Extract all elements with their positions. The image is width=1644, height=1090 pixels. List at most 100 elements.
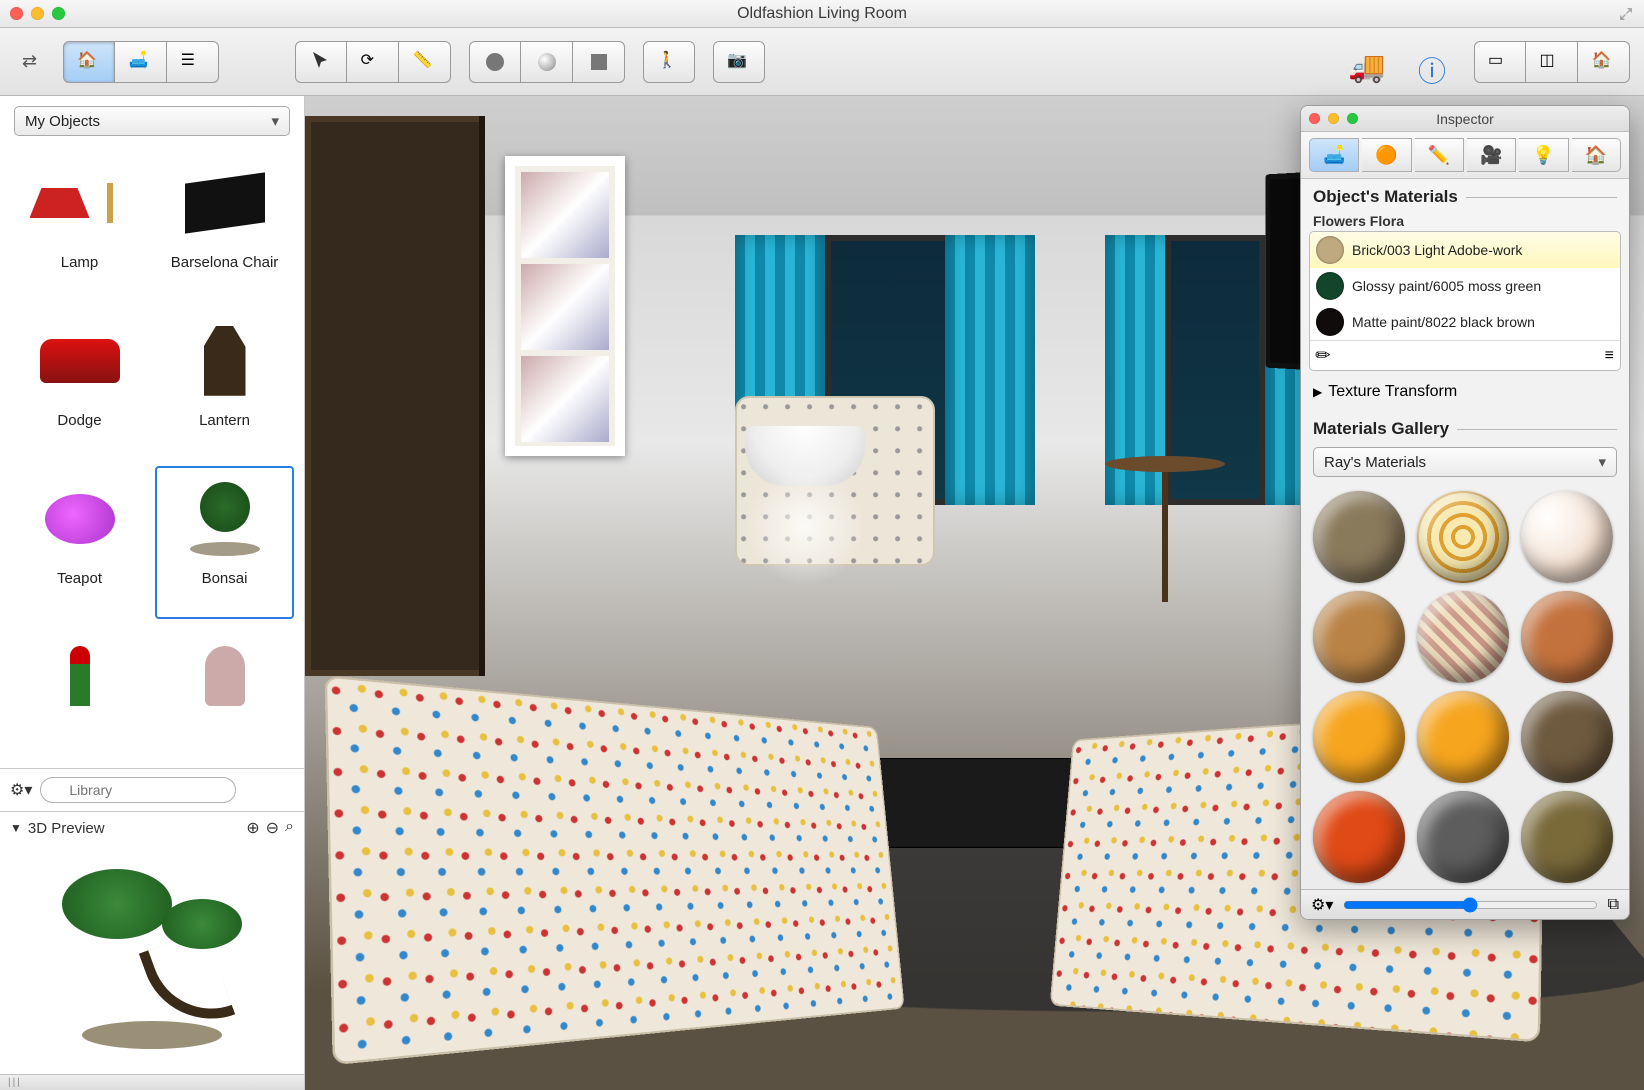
material-name: Brick/003 Light Adobe-work [1352,242,1522,258]
material-row[interactable]: Matte paint/8022 black brown [1310,304,1620,340]
tab-materials[interactable]: 🟠 [1362,138,1411,172]
zoom-out-icon[interactable]: ⊖ [266,818,279,838]
object-label: Dodge [57,412,101,429]
preview-pane: ▼ 3D Preview ⊕ ⊖ ⌕ [0,811,304,1074]
restore-icon[interactable]: ⧉ [1608,896,1619,914]
record-group [469,41,625,83]
split-view-button[interactable]: ◫ [1526,41,1578,83]
tulip-icon [30,631,130,721]
preview-3d[interactable] [0,844,304,1074]
lantern-icon [175,316,275,406]
view-group: ▭ ◫ 🏠 [1474,41,1630,83]
eyedropper-icon[interactable]: ✎ [1311,343,1337,369]
gear-icon[interactable]: ⚙︎▾ [1311,895,1333,915]
object-teapot[interactable]: Teapot [10,466,149,620]
tab-lights[interactable]: 💡 [1519,138,1568,172]
gallery-material[interactable] [1313,591,1405,683]
gallery-category-label: Ray's Materials [1324,454,1426,471]
settings-library-button[interactable]: ☰ [167,41,219,83]
object-bonsai[interactable]: Bonsai [155,466,294,620]
disclosure-icon[interactable]: ▼ [10,821,22,835]
building-library-button[interactable]: 🏠 [63,41,115,83]
object-person[interactable] [155,623,294,760]
plan-view-button[interactable]: ▭ [1474,41,1526,83]
inspector-title: Inspector [1301,111,1629,127]
left-pane: My Objects Lamp Barselona Chair Dodge La… [0,96,305,1090]
toolbar: ⇄ 🏠 🛋️ ☰ ⟳ 📏 🚶 📷 🚚 ⓘ ▭ ◫ 🏠 [0,28,1644,96]
object-tulip[interactable] [10,623,149,760]
3d-view-button[interactable]: 🏠 [1578,41,1630,83]
materials-gallery-grid [1301,485,1629,889]
material-row[interactable]: Brick/003 Light Adobe-work [1310,232,1620,268]
snapshot-button[interactable]: 📷 [713,41,765,83]
stop-button[interactable] [573,41,625,83]
object-label: Bonsai [202,570,248,587]
chair-icon [175,158,275,248]
gallery-material[interactable] [1417,491,1509,583]
bonsai-preview-icon [42,869,262,1049]
record-button[interactable] [469,41,521,83]
toolbar-nav-arrows[interactable]: ⇄ [14,51,45,72]
gallery-material[interactable] [1521,791,1613,883]
object-label: Lamp [61,254,99,271]
furniture-library-button[interactable]: 🛋️ [115,41,167,83]
objects-category-dropdown[interactable]: My Objects [14,106,290,136]
hamburger-icon[interactable]: ≡ [1605,347,1614,365]
gallery-material[interactable] [1417,791,1509,883]
walkthrough-button[interactable]: 🚶 [643,41,695,83]
library-search-input[interactable] [40,777,236,803]
zoom-fit-icon[interactable]: ⌕ [285,818,294,838]
gallery-material[interactable] [1521,691,1613,783]
tab-building[interactable]: 🏠 [1572,138,1621,172]
section-title: Materials Gallery [1313,419,1449,439]
select-tool-button[interactable] [295,41,347,83]
library-search-wrap [40,777,294,803]
object-dodge[interactable]: Dodge [10,308,149,462]
titlebar: Oldfashion Living Room [0,0,1644,28]
preview-zoom-controls: ⊕ ⊖ ⌕ [246,818,294,838]
gallery-material[interactable] [1417,691,1509,783]
object-lantern[interactable]: Lantern [155,308,294,462]
person-icon [175,631,275,721]
zoom-in-icon[interactable]: ⊕ [246,818,259,838]
tab-camera[interactable]: 🎥 [1467,138,1516,172]
info-button[interactable]: ⓘ [1404,41,1456,83]
gallery-material[interactable] [1521,491,1613,583]
tab-object[interactable]: 🛋️ [1309,138,1359,172]
left-footer: ⚙︎▾ [0,768,304,811]
record-alt-button[interactable] [521,41,573,83]
divider [1466,197,1617,198]
materials-list: Brick/003 Light Adobe-work Glossy paint/… [1309,231,1621,371]
rotate-tool-button[interactable]: ⟳ [347,41,399,83]
texture-transform-toggle[interactable]: ▶ Texture Transform [1301,377,1629,411]
inspector-footer: ⚙︎▾ ⧉ [1301,889,1629,919]
tab-dimensions[interactable]: ✏️ [1415,138,1464,172]
preview-title: 3D Preview [28,820,105,837]
section-title: Object's Materials [1313,187,1458,207]
teapot-icon [30,474,130,564]
gallery-material[interactable] [1313,691,1405,783]
object-lamp[interactable]: Lamp [10,150,149,304]
gallery-material[interactable] [1313,791,1405,883]
import-3d-button[interactable]: 🚚 [1334,41,1386,83]
gallery-material[interactable] [1417,591,1509,683]
preview-header: ▼ 3D Preview ⊕ ⊖ ⌕ [0,812,304,844]
material-swatch-icon [1316,272,1344,300]
measure-tool-button[interactable]: 📏 [399,41,451,83]
bonsai-icon [175,474,275,564]
pane-splitter[interactable]: ||| [0,1074,304,1090]
texture-transform-label: Texture Transform [1328,383,1457,401]
object-barselona-chair[interactable]: Barselona Chair [155,150,294,304]
library-mode-group: 🏠 🛋️ ☰ [63,41,219,83]
inspector-panel: Inspector 🛋️ 🟠 ✏️ 🎥 💡 🏠 Object's Materia… [1300,105,1630,920]
gallery-category-dropdown[interactable]: Ray's Materials [1313,447,1617,477]
gallery-size-slider[interactable] [1343,897,1597,913]
material-row[interactable]: Glossy paint/6005 moss green [1310,268,1620,304]
window-title: Oldfashion Living Room [0,5,1644,23]
gear-icon[interactable]: ⚙︎▾ [10,780,32,800]
material-swatch-icon [1316,236,1344,264]
fullscreen-icon[interactable] [1618,6,1634,22]
gallery-material[interactable] [1313,491,1405,583]
objects-grid: Lamp Barselona Chair Dodge Lantern Teapo… [0,142,304,768]
gallery-material[interactable] [1521,591,1613,683]
